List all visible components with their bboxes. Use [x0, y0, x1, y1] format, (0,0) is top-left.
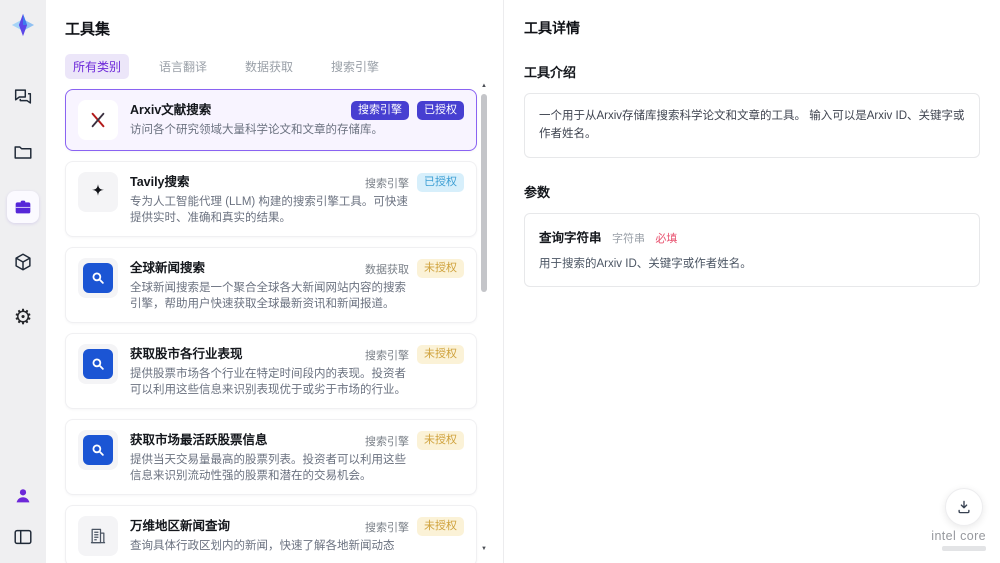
brand-subtext-bar	[942, 546, 986, 551]
detail-title: 工具详情	[524, 20, 580, 36]
tool-card[interactable]: Tavily搜索 专为人工智能代理 (LLM) 构建的搜索引擎工具。可快速提供实…	[65, 161, 477, 237]
param-type: 字符串	[611, 232, 645, 245]
blue-search-icon	[78, 344, 118, 384]
intro-box: 一个用于从Arxiv存储库搜索科学论文和文章的工具。 输入可以是Arxiv ID…	[524, 93, 980, 158]
tool-description: 访问各个研究领域大量科学论文和文章的存储库。	[130, 124, 383, 136]
tool-card[interactable]: 获取股市各行业表现 提供股票市场各个行业在特定时间段内的表现。投资者可以利用这些…	[65, 333, 477, 409]
tool-detail-panel: 工具详情 工具介绍 一个用于从Arxiv存储库搜索科学论文和文章的工具。 输入可…	[503, 0, 1000, 563]
tool-description: 专为人工智能代理 (LLM) 构建的搜索引擎工具。可快速提供实时、准确和真实的结…	[130, 196, 408, 224]
scroll-up-arrow-icon[interactable]: ▲	[480, 82, 488, 90]
tool-description: 提供股票市场各个行业在特定时间段内的表现。投资者可以利用这些信息来识别表现优于或…	[130, 368, 406, 396]
intel-core-logo: intel core	[931, 529, 986, 551]
folder-icon[interactable]	[7, 136, 39, 168]
tool-card[interactable]: Arxiv文献搜索 访问各个研究领域大量科学论文和文章的存储库。 搜索引擎 已授…	[65, 89, 477, 151]
category-label: 搜索引擎	[365, 177, 409, 190]
rail-bottom	[7, 480, 39, 553]
page-title: 工具集	[65, 21, 111, 38]
intro-heading: 工具介绍	[524, 65, 577, 80]
left-rail: ⚙	[0, 0, 46, 563]
scrollbar-thumb[interactable]	[481, 94, 487, 292]
auth-status-badge: 未授权	[417, 345, 464, 364]
settings-gear-icon[interactable]: ⚙	[7, 301, 39, 333]
tool-card[interactable]: 万维地区新闻查询 查询具体行政区划内的新闻，快速了解各地新闻动态 搜索引擎 未授…	[65, 505, 477, 563]
scroll-down-arrow-icon[interactable]: ▼	[480, 545, 488, 553]
tab-data-fetch[interactable]: 数据获取	[237, 54, 301, 79]
tool-description: 查询具体行政区划内的新闻，快速了解各地新闻动态	[130, 540, 395, 552]
tool-description: 提供当天交易量最高的股票列表。投资者可以利用这些信息来识别流动性强的股票和潜在的…	[130, 454, 406, 482]
tab-search-engine[interactable]: 搜索引擎	[323, 54, 387, 79]
params-heading: 参数	[524, 184, 551, 200]
tool-list-panel: 工具集 所有类别 语言翻译 数据获取 搜索引擎 Arxiv文献搜索 访问各个研究…	[46, 0, 503, 563]
category-label: 数据获取	[365, 263, 409, 276]
tab-all-categories[interactable]: 所有类别	[65, 54, 130, 79]
auth-status-badge: 未授权	[417, 517, 464, 536]
param-description: 用于搜索的Arxiv ID、关键字或作者姓名。	[539, 257, 752, 270]
sparkle-star-icon	[78, 172, 118, 212]
list-scrollbar[interactable]: ▲ ▼	[480, 82, 488, 553]
category-label: 搜索引擎	[365, 435, 409, 448]
tool-card-list: Arxiv文献搜索 访问各个研究领域大量科学论文和文章的存储库。 搜索引擎 已授…	[65, 89, 477, 563]
param-required-flag: 必填	[655, 232, 678, 245]
user-avatar-icon[interactable]	[7, 480, 39, 512]
arxiv-logo-icon	[78, 100, 118, 140]
auth-status-badge: 已授权	[417, 173, 464, 192]
newspaper-icon	[78, 516, 118, 556]
param-box: 查询字符串 字符串 必填 用于搜索的Arxiv ID、关键字或作者姓名。	[524, 212, 980, 288]
auth-status-badge: 未授权	[417, 259, 464, 278]
blue-search-icon	[78, 430, 118, 470]
intro-text: 一个用于从Arxiv存储库搜索科学论文和文章的工具。 输入可以是Arxiv ID…	[539, 110, 965, 141]
category-tabs: 所有类别 语言翻译 数据获取 搜索引擎	[65, 54, 503, 79]
app-window: ⚙ 工具集 所有类别 语言翻译 数据获取 搜索引擎 Arxiv文献搜索 访问各个…	[0, 0, 1000, 563]
blue-search-icon	[78, 258, 118, 298]
tool-card[interactable]: 获取市场最活跃股票信息 提供当天交易量最高的股票列表。投资者可以利用这些信息来识…	[65, 419, 477, 495]
tool-description: 全球新闻搜索是一个聚合全球各大新闻网站内容的搜索引擎，帮助用户快速获取全球最新资…	[130, 282, 406, 310]
category-label: 搜索引擎	[365, 349, 409, 362]
auth-status-badge: 未授权	[417, 431, 464, 450]
app-logo-icon[interactable]	[7, 9, 39, 41]
category-badge: 搜索引擎	[351, 101, 409, 120]
chat-icon[interactable]	[7, 81, 39, 113]
download-button[interactable]	[945, 488, 983, 526]
rail-nav: ⚙	[7, 81, 39, 333]
brand-text: intel core	[931, 529, 986, 543]
auth-status-badge: 已授权	[417, 101, 464, 120]
package-cube-icon[interactable]	[7, 246, 39, 278]
param-name: 查询字符串	[539, 230, 602, 245]
toolbox-icon[interactable]	[7, 191, 39, 223]
tab-translation[interactable]: 语言翻译	[151, 54, 215, 79]
tool-card[interactable]: 全球新闻搜索 全球新闻搜索是一个聚合全球各大新闻网站内容的搜索引擎，帮助用户快速…	[65, 247, 477, 323]
panel-toggle-icon[interactable]	[7, 521, 39, 553]
category-label: 搜索引擎	[365, 521, 409, 534]
